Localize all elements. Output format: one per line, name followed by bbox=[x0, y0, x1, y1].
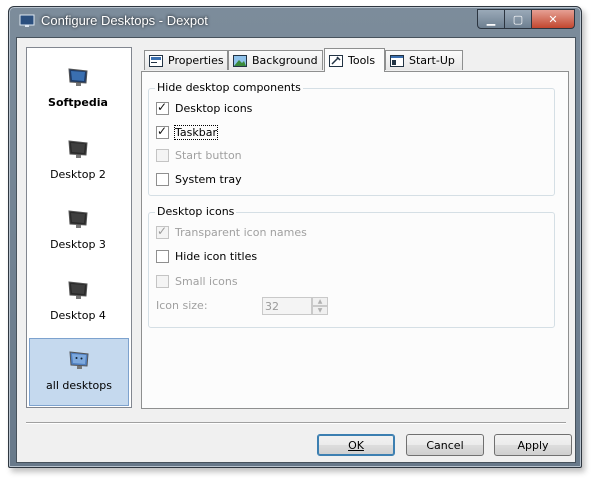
properties-icon bbox=[149, 54, 163, 67]
checkbox-box[interactable] bbox=[156, 250, 169, 263]
desktop-label: Desktop 4 bbox=[50, 309, 106, 322]
minimize-icon: ▁ bbox=[486, 12, 496, 26]
system-tray-checkbox[interactable]: System tray bbox=[156, 173, 242, 186]
tab-label: Tools bbox=[348, 54, 376, 67]
separator bbox=[26, 422, 566, 424]
desktop-icons-group: Desktop icons Transparent icon names Hid… bbox=[148, 205, 555, 328]
checkbox-label: Start button bbox=[175, 149, 242, 162]
hide-icon-titles-checkbox[interactable]: Hide icon titles bbox=[156, 250, 257, 263]
maximize-icon: ▢ bbox=[512, 12, 524, 26]
checkbox-box[interactable] bbox=[156, 124, 169, 139]
desktop-item-4[interactable]: Desktop 4 bbox=[29, 269, 127, 335]
close-button[interactable]: ✕ bbox=[531, 9, 575, 29]
desktop-label: Desktop 3 bbox=[50, 238, 106, 251]
chevron-up-icon: ▲ bbox=[317, 298, 323, 305]
monitor-icon bbox=[68, 68, 88, 86]
tab-label: Properties bbox=[168, 54, 224, 67]
tab-background[interactable]: Background bbox=[228, 50, 323, 70]
checkbox-label: Hide icon titles bbox=[175, 250, 258, 263]
group-title: Hide desktop components bbox=[155, 81, 303, 94]
cancel-button[interactable]: Cancel bbox=[406, 434, 484, 456]
close-icon: ✕ bbox=[548, 12, 558, 26]
monitor-icon bbox=[68, 140, 88, 158]
tab-tools[interactable]: Tools bbox=[324, 48, 385, 72]
checkbox-label: System tray bbox=[175, 173, 242, 186]
taskbar-checkbox[interactable]: Taskbar bbox=[156, 124, 218, 140]
icon-size-label: Icon size: bbox=[156, 299, 208, 312]
maximize-button[interactable]: ▢ bbox=[504, 9, 532, 29]
ok-button[interactable]: OK bbox=[317, 434, 395, 456]
tab-start-up[interactable]: Start-Up bbox=[385, 50, 463, 70]
spin-up-button[interactable]: ▲ bbox=[312, 297, 328, 306]
monitor-icon bbox=[68, 210, 88, 228]
transparent-icon-names-checkbox[interactable]: Transparent icon names bbox=[156, 224, 307, 239]
tab-properties[interactable]: Properties bbox=[144, 50, 228, 70]
title-bar[interactable]: Configure Desktops - Dexpot ▁ ▢ ✕ bbox=[9, 7, 581, 35]
monitor-icon bbox=[68, 281, 88, 299]
hide-components-group: Hide desktop components Desktop icons Ta… bbox=[148, 81, 555, 196]
minimize-button[interactable]: ▁ bbox=[477, 9, 505, 29]
start-up-icon bbox=[390, 54, 404, 67]
desktop-item-all[interactable]: all desktops bbox=[29, 338, 129, 406]
desktop-list[interactable]: Softpedia Desktop 2 Desktop 3 Desktop 4 … bbox=[26, 47, 132, 408]
desktop-item-2[interactable]: Desktop 2 bbox=[29, 128, 127, 194]
checkbox-box[interactable] bbox=[156, 275, 169, 288]
icon-size-input[interactable] bbox=[262, 297, 312, 315]
chevron-down-icon: ▼ bbox=[317, 307, 323, 314]
tab-label: Start-Up bbox=[409, 54, 455, 67]
checkbox-label: Transparent icon names bbox=[175, 226, 307, 239]
spin-down-button[interactable]: ▼ bbox=[312, 306, 328, 315]
checkbox-box[interactable] bbox=[156, 149, 169, 162]
checkbox-box[interactable] bbox=[156, 173, 169, 186]
cancel-label: Cancel bbox=[426, 438, 464, 452]
background-icon bbox=[233, 54, 247, 67]
tools-panel: Hide desktop components Desktop icons Ta… bbox=[141, 71, 569, 409]
window-title: Configure Desktops - Dexpot bbox=[41, 13, 208, 28]
checkbox-label: Small icons bbox=[175, 275, 238, 288]
desktop-label: Desktop 2 bbox=[50, 168, 106, 181]
checkbox-box[interactable] bbox=[156, 100, 169, 115]
start-button-checkbox[interactable]: Start button bbox=[156, 149, 242, 162]
small-icons-checkbox[interactable]: Small icons bbox=[156, 275, 238, 288]
all-desktops-icon bbox=[69, 351, 89, 369]
desktop-label: Softpedia bbox=[48, 96, 108, 109]
desktop-item-softpedia[interactable]: Softpedia bbox=[29, 56, 127, 122]
tab-label: Background bbox=[252, 54, 318, 67]
icon-size-spinner[interactable]: ▲ ▼ bbox=[262, 297, 328, 315]
desktop-label: all desktops bbox=[46, 379, 112, 392]
app-icon bbox=[19, 14, 35, 27]
tools-icon bbox=[329, 54, 343, 67]
checkbox-label: Desktop icons bbox=[175, 102, 253, 115]
group-title: Desktop icons bbox=[155, 205, 237, 218]
checkbox-box[interactable] bbox=[156, 224, 169, 239]
dialog-window: Configure Desktops - Dexpot ▁ ▢ ✕ Softpe… bbox=[8, 6, 582, 468]
apply-label: Apply bbox=[517, 438, 549, 452]
desktop-icons-checkbox[interactable]: Desktop icons bbox=[156, 100, 253, 115]
desktop-item-3[interactable]: Desktop 3 bbox=[29, 198, 127, 264]
ok-label: OK bbox=[348, 438, 364, 452]
checkbox-label: Taskbar bbox=[174, 125, 218, 140]
apply-button[interactable]: Apply bbox=[494, 434, 572, 456]
dialog-client: Softpedia Desktop 2 Desktop 3 Desktop 4 … bbox=[16, 37, 576, 463]
